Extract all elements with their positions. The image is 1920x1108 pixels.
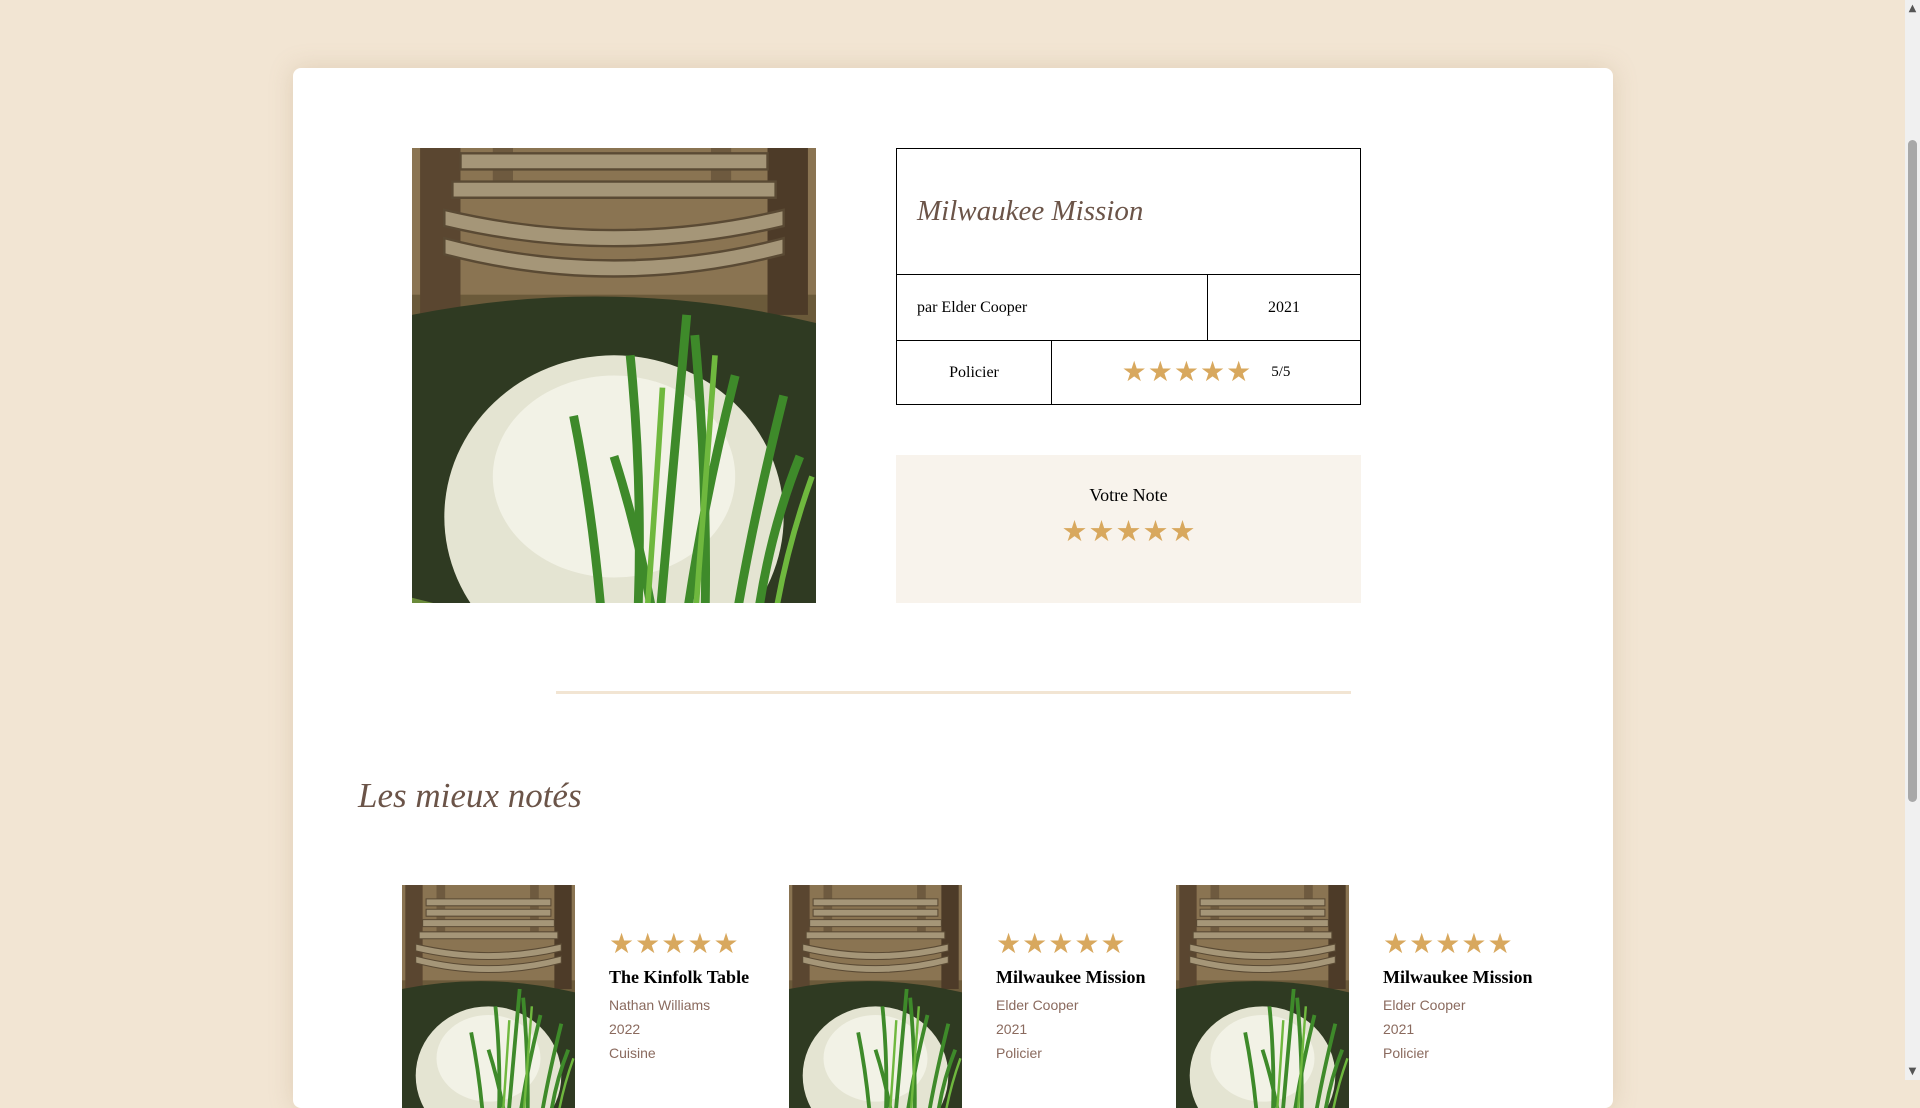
star-icon: ★: [996, 929, 1022, 960]
top-rated-item[interactable]: ★ ★ ★ ★ ★ Milwaukee Mission Elder Cooper 202…: [1176, 885, 1556, 1108]
top-rated-heading: Les mieux notés: [358, 776, 582, 815]
star-icon[interactable]: ★: [1170, 518, 1196, 547]
top-rated-year: 2022: [609, 1021, 641, 1037]
scrollbar-thumb[interactable]: [1908, 140, 1917, 802]
star-icon: ★: [687, 929, 713, 960]
star-icon: ★: [713, 929, 739, 960]
section-divider: [556, 691, 1351, 694]
star-icon: ★: [1409, 929, 1435, 960]
star-icon[interactable]: ★: [1062, 518, 1088, 547]
top-rated-year: 2021: [1383, 1021, 1415, 1037]
star-icon: ★: [661, 929, 687, 960]
book-genre: Policier: [897, 341, 1052, 404]
your-note-panel: Votre Note ★ ★ ★ ★ ★: [896, 455, 1361, 603]
top-rated-item[interactable]: ★ ★ ★ ★ ★ The Kinfolk Table Nathan Williams …: [402, 885, 782, 1108]
top-rated-author: Elder Cooper: [996, 997, 1079, 1013]
top-rated-author: Elder Cooper: [1383, 997, 1466, 1013]
top-rated-title[interactable]: The Kinfolk Table: [609, 968, 759, 986]
top-rated-cover-image[interactable]: [1176, 885, 1349, 1108]
top-rated-stars: ★ ★ ★ ★ ★: [609, 931, 759, 959]
book-rating-stars: ★ ★ ★ ★ ★: [1121, 356, 1252, 388]
page-scrollbar[interactable]: ▲ ▼: [1905, 0, 1920, 1080]
top-rated-cover-image[interactable]: [789, 885, 962, 1108]
top-rated-item[interactable]: ★ ★ ★ ★ ★ Milwaukee Mission Elder Cooper 202…: [789, 885, 1169, 1108]
star-icon: ★: [1022, 929, 1048, 960]
top-rated-title[interactable]: Milwaukee Mission: [996, 968, 1146, 986]
star-icon: ★: [609, 929, 635, 960]
star-icon: ★: [1435, 929, 1461, 960]
top-rated-stars: ★ ★ ★ ★ ★: [1383, 931, 1533, 959]
star-icon[interactable]: ★: [1143, 518, 1169, 547]
top-rated-genre: Policier: [1383, 1045, 1429, 1061]
star-icon: ★: [635, 929, 661, 960]
top-rated-genre: Cuisine: [609, 1045, 656, 1061]
star-icon: ★: [1147, 356, 1173, 388]
book-rating: ★ ★ ★ ★ ★ 5/5: [1052, 341, 1360, 404]
book-detail-card: Milwaukee Mission par Elder Cooper 2021 …: [293, 68, 1613, 1108]
book-cover-image: [412, 148, 816, 603]
star-icon: ★: [1048, 929, 1074, 960]
star-icon: ★: [1074, 929, 1100, 960]
top-rated-cover-image[interactable]: [402, 885, 575, 1108]
star-icon[interactable]: ★: [1089, 518, 1115, 547]
scroll-down-arrow-icon[interactable]: ▼: [1905, 1063, 1920, 1080]
star-icon: ★: [1173, 356, 1199, 388]
star-icon: ★: [1383, 929, 1409, 960]
top-rated-title[interactable]: Milwaukee Mission: [1383, 968, 1533, 986]
top-rated-stars: ★ ★ ★ ★ ★: [996, 931, 1146, 959]
star-icon: ★: [1199, 356, 1226, 388]
star-icon: ★: [1226, 356, 1252, 388]
book-info-table: Milwaukee Mission par Elder Cooper 2021 …: [896, 148, 1361, 405]
star-icon: ★: [1461, 929, 1487, 960]
top-rated-genre: Policier: [996, 1045, 1042, 1061]
book-rating-score: 5/5: [1271, 364, 1291, 380]
your-note-stars[interactable]: ★ ★ ★ ★ ★: [1062, 518, 1196, 547]
book-author: par Elder Cooper: [897, 275, 1208, 341]
star-icon[interactable]: ★: [1116, 518, 1142, 547]
star-icon: ★: [1121, 356, 1147, 388]
scroll-up-arrow-icon[interactable]: ▲: [1905, 0, 1920, 17]
star-icon: ★: [1100, 929, 1126, 960]
top-rated-year: 2021: [996, 1021, 1028, 1037]
star-icon: ★: [1487, 929, 1513, 960]
top-rated-author: Nathan Williams: [609, 997, 711, 1013]
book-title: Milwaukee Mission: [897, 149, 1360, 275]
your-note-label: Votre Note: [1089, 485, 1168, 505]
book-year: 2021: [1208, 275, 1360, 341]
